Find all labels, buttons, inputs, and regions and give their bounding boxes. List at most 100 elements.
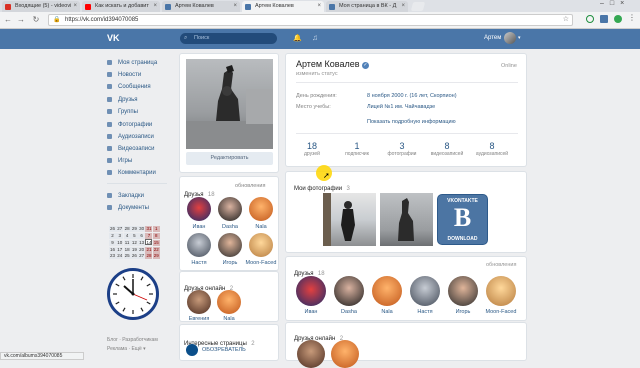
forward-icon[interactable]: → bbox=[16, 14, 26, 26]
header-user-name[interactable]: Артем bbox=[484, 35, 501, 41]
calendar-day[interactable]: 12 bbox=[130, 240, 138, 247]
avatar[interactable] bbox=[372, 276, 402, 306]
bell-icon[interactable]: 🔔 bbox=[293, 34, 302, 42]
calendar-day[interactable]: 19 bbox=[130, 246, 138, 253]
friend-name[interactable]: Nala bbox=[370, 309, 404, 315]
calendar-day[interactable]: 29 bbox=[152, 253, 160, 260]
reload-icon[interactable]: ↻ bbox=[31, 14, 41, 26]
calendar-day[interactable]: 7 bbox=[145, 232, 153, 239]
search-input[interactable]: ⌕ Поиск bbox=[180, 33, 277, 44]
avatar[interactable] bbox=[331, 340, 359, 368]
calendar-day[interactable]: 13 bbox=[138, 240, 146, 247]
footer-link-blog[interactable]: Блог bbox=[107, 337, 118, 343]
calendar-day[interactable]: 26 bbox=[109, 226, 116, 232]
calendar-day[interactable]: 21 bbox=[145, 246, 153, 253]
avatar[interactable] bbox=[187, 197, 211, 221]
profile-photo[interactable] bbox=[186, 59, 273, 149]
calendar-day[interactable]: 5 bbox=[130, 232, 138, 239]
calendar-day[interactable]: 14 bbox=[145, 239, 153, 246]
calendar-day[interactable]: 3 bbox=[116, 232, 124, 239]
calendar-day[interactable]: 20 bbox=[138, 246, 146, 253]
close-icon[interactable]: × bbox=[317, 1, 321, 12]
photo-thumbnail[interactable] bbox=[323, 193, 376, 246]
menu-icon[interactable]: ⋮ bbox=[628, 13, 636, 22]
browser-tab[interactable]: Входящие (5) - videovi × bbox=[2, 1, 80, 12]
music-icon[interactable]: ♫ bbox=[312, 33, 318, 42]
calendar-day[interactable]: 18 bbox=[123, 246, 131, 253]
calendar-day[interactable]: 8 bbox=[152, 232, 160, 239]
calendar-day[interactable]: 17 bbox=[116, 246, 124, 253]
browser-tab[interactable]: Артем Ковалев × bbox=[162, 1, 240, 12]
avatar[interactable] bbox=[486, 276, 516, 306]
profile-counter[interactable]: 18 друзей bbox=[289, 141, 335, 157]
avatar[interactable] bbox=[187, 233, 211, 257]
friends-main-updates-link[interactable]: обновления bbox=[486, 262, 516, 268]
calendar-day[interactable]: 15 bbox=[152, 240, 160, 247]
avatar[interactable] bbox=[186, 344, 198, 356]
browser-tab[interactable]: Моя страница в ВК - Д × bbox=[326, 1, 408, 12]
avatar[interactable] bbox=[187, 290, 211, 314]
show-more-info-link[interactable]: Показать подробную информацию bbox=[367, 119, 456, 125]
address-bar[interactable]: 🔒 https://vk.com/id394070085 ☆ bbox=[48, 14, 573, 26]
calendar-day[interactable]: 24 bbox=[116, 253, 124, 260]
friend-name[interactable]: Иван bbox=[294, 309, 328, 315]
photo-thumbnail[interactable] bbox=[380, 193, 433, 246]
calendar-day[interactable]: 23 bbox=[109, 253, 116, 260]
extension-icon[interactable] bbox=[586, 15, 594, 23]
calendar-day[interactable]: 30 bbox=[138, 226, 146, 232]
extension-vk-icon[interactable] bbox=[600, 15, 608, 23]
close-icon[interactable]: × bbox=[233, 1, 237, 12]
calendar-day[interactable]: 6 bbox=[138, 232, 146, 239]
friend-name[interactable]: Игорь bbox=[213, 260, 247, 266]
friend-name[interactable]: Dasha bbox=[213, 224, 247, 230]
friend-name[interactable]: Moon-Faced bbox=[484, 309, 518, 315]
friend-name[interactable]: Настя bbox=[182, 260, 216, 266]
avatar[interactable] bbox=[249, 233, 273, 257]
calendar-day[interactable]: 27 bbox=[116, 226, 124, 232]
avatar[interactable] bbox=[448, 276, 478, 306]
photo-thumbnail[interactable]: VKONTAKTE B DOWNLOAD bbox=[436, 193, 489, 246]
calendar-day[interactable]: 31 bbox=[145, 226, 153, 232]
friend-name[interactable]: Dasha bbox=[332, 309, 366, 315]
avatar[interactable] bbox=[218, 197, 242, 221]
calendar-day[interactable]: 9 bbox=[109, 240, 116, 247]
calendar-day[interactable]: 4 bbox=[123, 232, 131, 239]
footer-link-dev[interactable]: Разработчикам bbox=[122, 337, 158, 343]
avatar[interactable] bbox=[334, 276, 364, 306]
profile-counter[interactable]: 3 фотографии bbox=[379, 141, 425, 157]
calendar-day[interactable]: 2 bbox=[109, 232, 116, 239]
friend-online-name[interactable]: Nala bbox=[212, 316, 246, 322]
footer-link-ads[interactable]: Реклама bbox=[107, 346, 127, 352]
avatar[interactable] bbox=[297, 340, 325, 368]
calendar-day[interactable]: 25 bbox=[123, 253, 131, 260]
close-icon[interactable]: × bbox=[401, 1, 405, 12]
friend-name[interactable]: Настя bbox=[408, 309, 442, 315]
calendar-day[interactable]: 10 bbox=[116, 240, 124, 247]
window-controls[interactable]: –□× bbox=[600, 0, 630, 7]
avatar[interactable] bbox=[217, 290, 241, 314]
star-icon[interactable]: ☆ bbox=[563, 15, 569, 25]
close-icon[interactable]: × bbox=[153, 1, 157, 12]
back-icon[interactable]: ← bbox=[3, 14, 13, 26]
avatar[interactable] bbox=[249, 197, 273, 221]
edit-profile-button[interactable]: Редактировать bbox=[186, 152, 273, 165]
avatar[interactable] bbox=[296, 276, 326, 306]
avatar[interactable] bbox=[218, 233, 242, 257]
birthday-value[interactable]: 8 ноября 2000 г. (16 лет, Скорпион) bbox=[367, 93, 457, 99]
new-tab-button[interactable] bbox=[410, 2, 426, 11]
profile-counter[interactable]: 8 аудиозаписей bbox=[469, 141, 515, 157]
browser-tab[interactable]: Как искать и добавит × bbox=[82, 1, 160, 12]
friend-name[interactable]: Nala bbox=[244, 224, 278, 230]
friend-online-name[interactable]: Евгения bbox=[182, 316, 216, 322]
chevron-down-icon[interactable]: ▾ bbox=[518, 35, 521, 41]
extension-icon[interactable] bbox=[614, 15, 622, 23]
close-icon[interactable]: × bbox=[73, 1, 77, 12]
header-avatar[interactable] bbox=[504, 32, 516, 44]
calendar-day[interactable]: 16 bbox=[109, 246, 116, 253]
calendar-day[interactable]: 29 bbox=[130, 226, 138, 232]
footer-link-more[interactable]: Ещё bbox=[132, 346, 142, 352]
profile-counter[interactable]: 1 подписчик bbox=[334, 141, 380, 157]
vk-logo[interactable]: VK bbox=[107, 33, 120, 43]
calendar-day[interactable]: 28 bbox=[145, 253, 153, 260]
status-field[interactable]: изменить статус bbox=[296, 71, 338, 77]
